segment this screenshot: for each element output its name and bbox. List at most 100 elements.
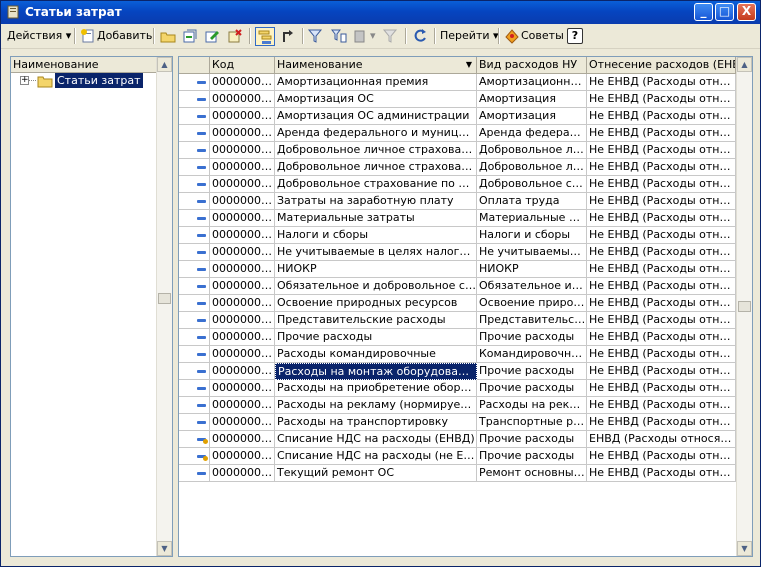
envd-cell[interactable]: Не ЕНВД (Расходы относя...: [587, 397, 736, 414]
name-cell[interactable]: Расходы на рекламу (нормируемые): [275, 397, 477, 414]
code-cell[interactable]: 000000022: [210, 108, 275, 125]
expand-icon[interactable]: +: [20, 76, 29, 85]
table-row[interactable]: 000000005 Амортизация ОС Амортизация Не ЕНВ…: [179, 91, 736, 108]
kind-cell[interactable]: Прочие расходы: [477, 380, 587, 397]
table-row[interactable]: 000000020 Прочие расходы Прочие расходы Не …: [179, 329, 736, 346]
kind-cell[interactable]: Прочие расходы: [477, 448, 587, 465]
column-header-kind[interactable]: Вид расходов НУ: [477, 57, 587, 73]
envd-cell[interactable]: Не ЕНВД (Расходы относя...: [587, 210, 736, 227]
table-row[interactable]: 000000003 Материальные затраты Материальны…: [179, 210, 736, 227]
code-cell[interactable]: 000000015: [210, 142, 275, 159]
kind-cell[interactable]: Не учитываемые в...: [477, 244, 587, 261]
name-cell[interactable]: Не учитываемые в целях налогообло...: [275, 244, 477, 261]
table-row[interactable]: 000000024 Расходы на монтаж оборудования П…: [179, 363, 736, 380]
goto-menu[interactable]: Перейти ▾: [440, 27, 499, 45]
table-row[interactable]: 000000023Расходы на приобретение оборудо…: [179, 380, 736, 397]
name-cell[interactable]: Добровольное личное страхование, ...: [275, 159, 477, 176]
envd-cell[interactable]: Не ЕНВД (Расходы относя...: [587, 329, 736, 346]
minimize-button[interactable]: _: [694, 3, 713, 21]
name-cell[interactable]: Расходы на приобретение оборудова...: [275, 380, 477, 397]
kind-cell[interactable]: Прочие расходы: [477, 329, 587, 346]
kind-cell[interactable]: Амортизация: [477, 91, 587, 108]
scroll-down-icon[interactable]: ▼: [737, 541, 752, 556]
envd-cell[interactable]: ЕНВД (Расходы относятся...: [587, 431, 736, 448]
level-up-icon[interactable]: [280, 28, 296, 44]
code-cell[interactable]: 000000005: [210, 91, 275, 108]
envd-cell[interactable]: Не ЕНВД (Расходы относя...: [587, 448, 736, 465]
add-button[interactable]: Добавить: [97, 27, 152, 45]
tree-root-item[interactable]: Статьи затрат: [55, 73, 143, 88]
envd-cell[interactable]: Не ЕНВД (Расходы относя...: [587, 176, 736, 193]
icon-column-header[interactable]: [179, 57, 210, 73]
envd-cell[interactable]: Не ЕНВД (Расходы относя...: [587, 261, 736, 278]
code-cell[interactable]: 000000004: [210, 193, 275, 210]
name-cell[interactable]: Расходы на транспортировку: [275, 414, 477, 431]
refresh-icon[interactable]: [412, 28, 428, 44]
name-cell[interactable]: Добровольное страхование по догов...: [275, 176, 477, 193]
kind-cell[interactable]: Обязательное и до...: [477, 278, 587, 295]
filter-list-icon[interactable]: [331, 28, 347, 44]
name-cell[interactable]: Расходы командировочные: [275, 346, 477, 363]
scroll-down-icon[interactable]: ▼: [157, 541, 172, 556]
kind-cell[interactable]: Прочие расходы: [477, 431, 587, 448]
code-cell[interactable]: 000000021: [210, 244, 275, 261]
name-cell[interactable]: Освоение природных ресурсов: [275, 295, 477, 312]
table-row[interactable]: 000000008 Расходы командировочные Командир…: [179, 346, 736, 363]
code-cell[interactable]: 000000010: [210, 397, 275, 414]
name-cell[interactable]: Затраты на заработную плату: [275, 193, 477, 210]
table-row[interactable]: 000000001 Списание НДС на расходы (не ЕНВ…: [179, 448, 736, 465]
envd-cell[interactable]: Не ЕНВД (Расходы относя...: [587, 346, 736, 363]
envd-cell[interactable]: Не ЕНВД (Расходы относя...: [587, 244, 736, 261]
tips-button[interactable]: Советы: [521, 27, 564, 45]
name-cell[interactable]: Списание НДС на расходы (не ЕНВД): [275, 448, 477, 465]
envd-cell[interactable]: Не ЕНВД (Расходы относя...: [587, 74, 736, 91]
kind-cell[interactable]: Прочие расходы: [477, 363, 587, 380]
close-button[interactable]: X: [737, 3, 756, 21]
clear-filter-icon[interactable]: [382, 28, 398, 44]
name-cell[interactable]: Представительские расходы: [275, 312, 477, 329]
table-row[interactable]: 000000002 Списание НДС на расходы (ЕНВД) П…: [179, 431, 736, 448]
name-cell[interactable]: Обязательное и добровольное страх...: [275, 278, 477, 295]
envd-cell[interactable]: Не ЕНВД (Расходы относя...: [587, 159, 736, 176]
code-cell[interactable]: 000000006: [210, 74, 275, 91]
code-cell[interactable]: 000000003: [210, 210, 275, 227]
delete-icon[interactable]: [227, 28, 243, 44]
code-cell[interactable]: 000000009: [210, 312, 275, 329]
code-cell[interactable]: 000000019: [210, 125, 275, 142]
column-header-name[interactable]: Наименование ▼: [275, 57, 477, 73]
items-table[interactable]: Код Наименование ▼ Вид расходов НУ Отнесе…: [178, 56, 753, 557]
kind-cell[interactable]: Командировочные ...: [477, 346, 587, 363]
code-cell[interactable]: 000000007: [210, 414, 275, 431]
table-row[interactable]: 000000017 НИОКР НИОКР Не ЕНВД (Расходы отно…: [179, 261, 736, 278]
table-row[interactable]: 000000012Обязательное и добровольное стр…: [179, 278, 736, 295]
help-button[interactable]: ?: [567, 28, 583, 44]
kind-cell[interactable]: Освоение природн...: [477, 295, 587, 312]
kind-cell[interactable]: Расходы на рекла...: [477, 397, 587, 414]
edit-icon[interactable]: [204, 28, 220, 44]
table-row[interactable]: 000000006 Амортизационная премия Амортизац…: [179, 74, 736, 91]
name-cell[interactable]: Расходы на монтаж оборудования: [275, 363, 477, 380]
table-row[interactable]: 000000021Не учитываемые в целях налогооб…: [179, 244, 736, 261]
name-cell[interactable]: НИОКР: [275, 261, 477, 278]
chevron-down-icon[interactable]: ▾: [370, 27, 376, 45]
table-row[interactable]: 000000009 Представительские расходы Предст…: [179, 312, 736, 329]
table-row[interactable]: 000000007 Расходы на транспортировку Транс…: [179, 414, 736, 431]
kind-cell[interactable]: Добровольное лич...: [477, 159, 587, 176]
code-cell[interactable]: 000000016: [210, 227, 275, 244]
envd-cell[interactable]: Не ЕНВД (Расходы относя...: [587, 380, 736, 397]
code-cell[interactable]: 000000014: [210, 159, 275, 176]
envd-cell[interactable]: Не ЕНВД (Расходы относя...: [587, 363, 736, 380]
code-cell[interactable]: 000000011: [210, 465, 275, 482]
kind-cell[interactable]: Транспортные рас...: [477, 414, 587, 431]
scroll-up-icon[interactable]: ▲: [157, 57, 172, 72]
scroll-up-icon[interactable]: ▲: [737, 57, 752, 72]
envd-cell[interactable]: Не ЕНВД (Расходы относя...: [587, 125, 736, 142]
envd-cell[interactable]: Не ЕНВД (Расходы относя...: [587, 193, 736, 210]
code-cell[interactable]: 000000020: [210, 329, 275, 346]
envd-cell[interactable]: Не ЕНВД (Расходы относя...: [587, 414, 736, 431]
scroll-thumb[interactable]: [158, 293, 171, 304]
table-row[interactable]: 000000022 Амортизация ОС администрации Амо…: [179, 108, 736, 125]
envd-cell[interactable]: Не ЕНВД (Расходы относя...: [587, 295, 736, 312]
filter-history-icon[interactable]: [353, 28, 369, 44]
kind-cell[interactable]: Амортизация: [477, 108, 587, 125]
